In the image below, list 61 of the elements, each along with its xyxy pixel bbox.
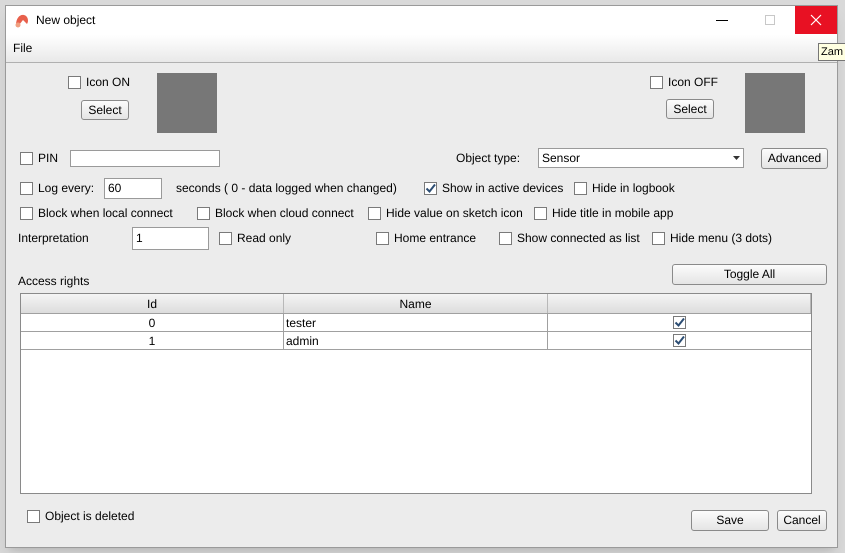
checkbox[interactable] — [197, 206, 210, 220]
table-cell: 1 — [21, 332, 284, 349]
dropdown[interactable]: Sensor — [538, 148, 744, 168]
checkbox[interactable] — [650, 76, 663, 88]
checkbox-label: Show in active devices — [442, 180, 564, 197]
checkbox-label: PIN — [38, 150, 58, 167]
checkbox-label: Object is deleted — [45, 508, 134, 525]
icon-preview — [157, 73, 217, 133]
checkbox[interactable] — [368, 206, 381, 220]
note-text: seconds ( 0 - data logged when changed) — [176, 180, 398, 197]
icon-preview — [745, 73, 805, 133]
window-title: New object — [36, 12, 96, 29]
checkbox[interactable] — [424, 182, 437, 194]
checkbox[interactable] — [27, 510, 40, 522]
checkbox[interactable] — [574, 182, 587, 194]
table-cell: 0 — [21, 314, 284, 331]
checkbox[interactable] — [219, 232, 232, 244]
checkbox[interactable] — [68, 76, 81, 88]
checkbox-label: Icon ON — [86, 74, 130, 91]
checkbox[interactable] — [20, 152, 33, 164]
button[interactable]: Cancel — [777, 510, 827, 530]
caret-icon — [733, 156, 740, 160]
checkbox-label: Block when local connect — [38, 205, 173, 222]
table-cell: admin — [284, 332, 548, 349]
checkbox[interactable] — [20, 182, 33, 194]
section-label: Access rights — [18, 273, 90, 290]
input-field[interactable] — [70, 150, 220, 166]
field-label: Interpretation — [18, 230, 90, 247]
input-field[interactable]: 60 — [104, 178, 162, 198]
checkbox-label: Hide value on sketch icon — [386, 205, 523, 222]
column-header: Name — [284, 294, 548, 313]
menu-item[interactable]: File — [13, 39, 32, 57]
button[interactable]: Save — [691, 510, 769, 530]
checkbox[interactable] — [652, 232, 665, 244]
checkbox-label: Hide in logbook — [592, 180, 675, 197]
checkbox-label: Show connected as list — [517, 230, 640, 247]
checkbox-label: Hide title in mobile app — [552, 205, 674, 222]
app-logo-icon — [14, 12, 30, 28]
checkbox[interactable] — [534, 206, 547, 220]
tooltip: Zam — [818, 43, 845, 61]
checkbox-label: Log every: — [38, 180, 94, 197]
checkbox[interactable] — [20, 206, 33, 220]
close-button[interactable] — [795, 6, 837, 34]
table-cell: tester — [284, 314, 548, 331]
field-label: Object type: — [456, 150, 522, 167]
checkbox-label: Read only — [237, 230, 292, 247]
checkbox[interactable] — [673, 316, 686, 329]
close-icon — [810, 14, 822, 26]
button[interactable]: Advanced — [761, 148, 828, 168]
checkbox-label: Icon OFF — [668, 74, 718, 91]
checkbox-label: Hide menu (3 dots) — [670, 230, 772, 247]
checkbox[interactable] — [499, 232, 512, 244]
checkbox-label: Home entrance — [394, 230, 476, 247]
checkbox[interactable] — [376, 232, 389, 244]
input-field[interactable]: 1 — [132, 226, 209, 250]
checkbox[interactable] — [673, 334, 686, 347]
column-header: Id — [21, 294, 284, 313]
button[interactable]: Select — [81, 100, 129, 120]
button[interactable]: Toggle All — [672, 264, 827, 284]
checkbox-label: Block when cloud connect — [215, 205, 354, 222]
button[interactable]: Select — [666, 99, 714, 119]
